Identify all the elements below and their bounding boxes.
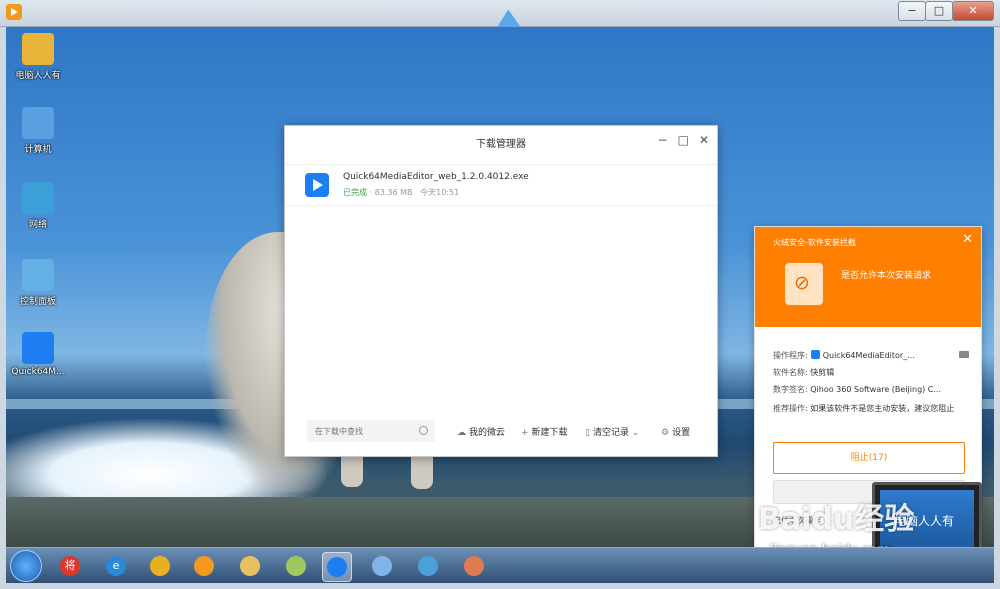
taskbar: 将e bbox=[6, 547, 994, 584]
new-download-button[interactable]: + 新建下载 bbox=[521, 425, 568, 438]
download-manager-window: 下载管理器 − □ ✕ Quick64MediaEditor_web_1.2.0… bbox=[284, 125, 718, 457]
dm-maximize-button[interactable]: □ bbox=[678, 133, 689, 147]
taskbar-app-explorer-icon bbox=[240, 556, 260, 576]
desktop-icon-label: 计算机 bbox=[24, 145, 52, 155]
security-popup-close-button[interactable]: ✕ bbox=[962, 232, 973, 247]
security-row-recommend: 推荐操作: 如果该软件不是您主动安装，建议您阻止 bbox=[773, 404, 955, 413]
security-popup-header: 火绒安全-软件安装拦截 ✕ 是否允许本次安装请求 bbox=[755, 227, 981, 327]
plus-icon: + bbox=[521, 428, 529, 438]
download-size: 83.36 MB bbox=[374, 188, 413, 197]
taskbar-app-tool[interactable] bbox=[368, 552, 396, 580]
start-button[interactable] bbox=[10, 550, 42, 582]
taskbar-app-chrome[interactable] bbox=[146, 552, 174, 580]
download-manager-footer: ☁我的微云 +新建下载 ▯清空记录 ⌄ ⚙设置 bbox=[285, 416, 717, 456]
taskbar-app-panel-icon bbox=[418, 556, 438, 576]
taskbar-app-panel[interactable] bbox=[414, 552, 442, 580]
player-app-icon bbox=[6, 4, 22, 20]
desktop-icon[interactable]: 电脑人人有 bbox=[10, 33, 66, 81]
search-icon[interactable] bbox=[419, 426, 428, 435]
control-panel-icon bbox=[22, 259, 54, 291]
taskbar-app-ie-icon: e bbox=[106, 556, 126, 576]
taskbar-app-quick-icon bbox=[327, 557, 347, 577]
computer-icon bbox=[22, 107, 54, 139]
folder-user-icon bbox=[22, 33, 54, 65]
taskbar-app-folder-icon bbox=[286, 556, 306, 576]
taskbar-app-tool-icon bbox=[372, 556, 392, 576]
desktop-icon[interactable]: Quick64M... bbox=[10, 332, 66, 377]
download-status: 已完成 bbox=[343, 188, 367, 197]
clear-records-button[interactable]: ▯ 清空记录 ⌄ bbox=[585, 425, 642, 438]
block-shield-icon bbox=[785, 263, 823, 305]
download-search-input[interactable] bbox=[307, 420, 435, 442]
dm-minimize-button[interactable]: − bbox=[658, 133, 668, 147]
network-icon bbox=[22, 182, 54, 214]
desktop-icon[interactable]: 控制面板 bbox=[10, 259, 66, 307]
taskbar-app-folder[interactable] bbox=[282, 552, 310, 580]
folder-icon[interactable] bbox=[959, 351, 969, 358]
taskbar-app-ie[interactable]: e bbox=[102, 552, 130, 580]
desktop-icon-label: Quick64M... bbox=[11, 367, 65, 377]
download-item[interactable]: Quick64MediaEditor_web_1.2.0.4012.exe 已完… bbox=[285, 165, 717, 206]
outer-maximize-button[interactable]: □ bbox=[925, 1, 953, 21]
cloud-icon: ☁ bbox=[457, 428, 466, 438]
block-button[interactable]: 阻止(17) bbox=[773, 442, 965, 474]
security-row-program: 操作程序: Quick64MediaEditor_... bbox=[773, 350, 915, 360]
taskbar-app-quick[interactable] bbox=[322, 552, 352, 582]
desktop-icon[interactable]: 网络 bbox=[10, 182, 66, 230]
security-question: 是否允许本次安装请求 bbox=[841, 271, 932, 281]
quick-editor-small-icon bbox=[810, 350, 820, 359]
taskbar-app-player-icon bbox=[194, 556, 214, 576]
download-manager-controls: − □ ✕ bbox=[658, 133, 709, 147]
taskbar-app-jiang-icon: 将 bbox=[60, 556, 80, 576]
desktop-icon-label: 电脑人人有 bbox=[15, 71, 61, 81]
desktop-icon-label: 网络 bbox=[28, 220, 47, 230]
desktop-icon-label: 控制面板 bbox=[19, 297, 56, 307]
chevron-down-icon: ⌄ bbox=[631, 428, 640, 438]
my-cloud-button[interactable]: ☁ 我的微云 bbox=[457, 425, 505, 438]
download-filename: Quick64MediaEditor_web_1.2.0.4012.exe bbox=[343, 172, 529, 182]
desktop-icon[interactable]: 计算机 bbox=[10, 107, 66, 155]
quick-editor-file-icon bbox=[305, 173, 329, 197]
taskbar-app-player[interactable] bbox=[190, 552, 218, 580]
taskbar-app-paint[interactable] bbox=[460, 552, 488, 580]
taskbar-app-explorer[interactable] bbox=[236, 552, 264, 580]
security-row-name: 软件名称: 快剪辑 bbox=[773, 368, 835, 377]
gear-icon: ⚙ bbox=[661, 428, 670, 438]
download-manager-title: 下载管理器 bbox=[285, 126, 717, 165]
download-time: 今天10:51 bbox=[420, 188, 460, 197]
taskbar-app-chrome-icon bbox=[150, 556, 170, 576]
trash-icon: ▯ bbox=[585, 428, 590, 438]
download-meta: 已完成 · 83.36 MB 今天10:51 bbox=[343, 188, 460, 197]
outer-window-border bbox=[0, 583, 1000, 589]
security-popup-title: 火绒安全-软件安装拦截 bbox=[773, 238, 856, 247]
dm-close-button[interactable]: ✕ bbox=[699, 133, 709, 147]
settings-button[interactable]: ⚙ 设置 bbox=[661, 425, 690, 438]
outer-close-button[interactable]: ✕ bbox=[952, 1, 994, 21]
outer-minimize-button[interactable]: − bbox=[898, 1, 926, 21]
outer-window-controls: − □ ✕ bbox=[898, 1, 994, 21]
taskbar-app-paint-icon bbox=[464, 556, 484, 576]
baidu-watermark: Baidu经验 bbox=[758, 502, 915, 537]
security-row-signature: 数字签名: Qihoo 360 Software (Beijing) C... bbox=[773, 385, 942, 394]
taskbar-app-jiang[interactable]: 将 bbox=[56, 552, 84, 580]
quick-editor-icon bbox=[22, 332, 54, 364]
